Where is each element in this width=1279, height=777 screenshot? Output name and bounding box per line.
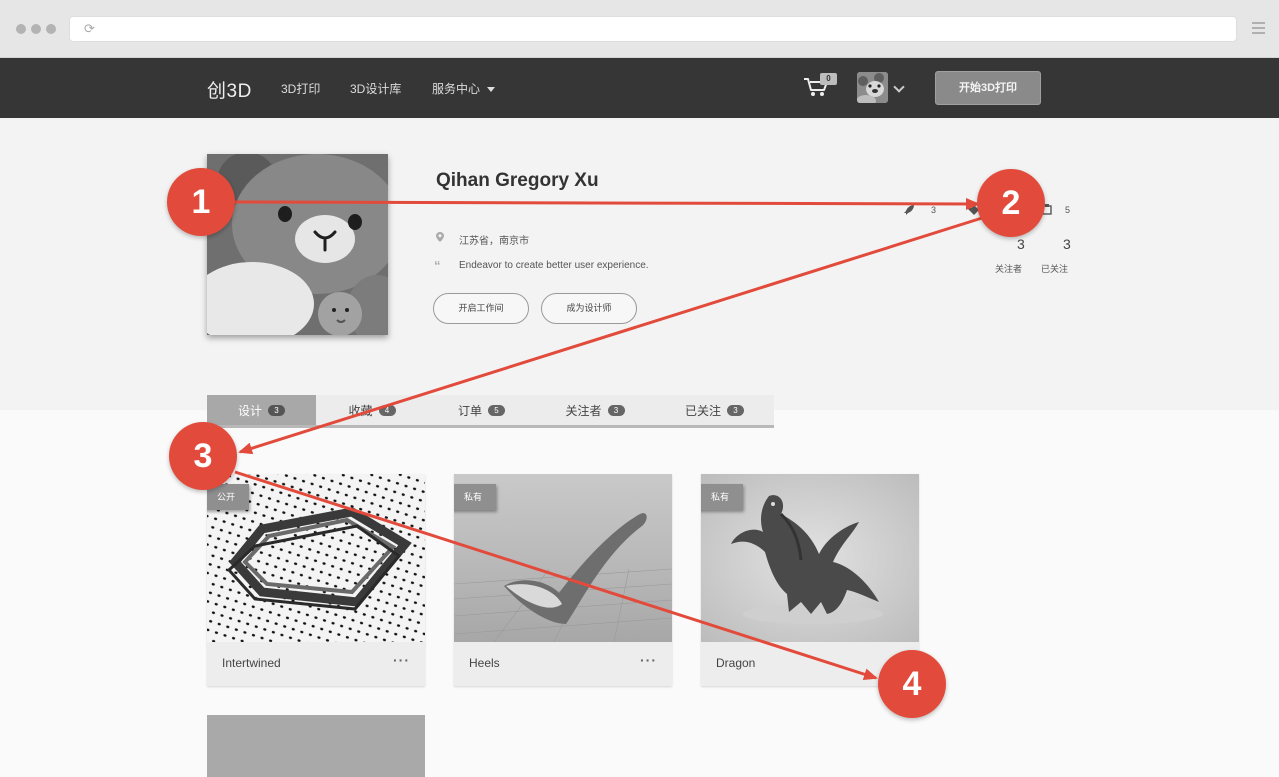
window-controls [16, 24, 56, 34]
tab-label: 设计 [237, 403, 262, 418]
visibility-flag: 私有 [454, 484, 496, 510]
more-options-icon[interactable]: ··· [640, 653, 657, 667]
tab-label: 订单 [457, 403, 482, 418]
design-title[interactable]: Dragon [716, 656, 755, 670]
tab-count-badge: 5 [488, 404, 505, 416]
tab-followers[interactable]: 关注者 3 [535, 395, 655, 425]
design-title[interactable]: Intertwined [222, 656, 281, 670]
design-card[interactable]: 私有 Dragon [701, 474, 919, 686]
design-title[interactable]: Heels [469, 656, 500, 670]
page: ⟳ 创3D 3D打印 3D设计库 服务中心 0 开始3D打印 Qihan Gre… [0, 0, 1279, 777]
step-marker-4: 4 [878, 650, 946, 718]
tab-following[interactable]: 已关注 3 [655, 395, 774, 425]
user-avatar[interactable] [857, 72, 888, 103]
followers-label[interactable]: 关注者 [995, 262, 1022, 275]
profile-bio: Endeavor to create better user experienc… [459, 260, 649, 271]
tab-count-badge: 4 [378, 404, 396, 416]
step-marker-2: 2 [977, 169, 1045, 237]
window-dot-icon[interactable] [31, 24, 41, 34]
tab-orders[interactable]: 订单 5 [428, 395, 535, 425]
tab-label: 收藏 [348, 403, 373, 418]
design-thumbnail[interactable]: 私有 [701, 474, 919, 642]
nav-link-3d-print[interactable]: 3D打印 [281, 80, 320, 97]
profile-tabs: 设计 3 收藏 4 订单 5 关注者 3 已关注 3 [207, 395, 774, 428]
nav-link-design-library[interactable]: 3D设计库 [350, 80, 401, 97]
design-card[interactable]: 私有 Heels ··· [454, 474, 672, 686]
rocket-icon [904, 204, 915, 218]
become-designer-button[interactable]: 成为设计师 [541, 293, 637, 324]
window-dot-icon[interactable] [16, 24, 26, 34]
browser-menu-icon[interactable] [1252, 22, 1265, 34]
followers-count[interactable]: 3 [1017, 236, 1025, 252]
more-options-icon[interactable]: ··· [393, 653, 410, 667]
tab-label: 关注者 [565, 403, 602, 418]
location-pin-icon [436, 232, 444, 242]
profile-photo[interactable] [207, 154, 388, 335]
profile-location: 江苏省，南京市 [459, 236, 529, 247]
visibility-flag: 私有 [701, 484, 743, 510]
design-thumbnail[interactable]: 公开 [207, 474, 425, 642]
start-3d-print-button[interactable]: 开始3D打印 [935, 71, 1041, 105]
tab-count-badge: 3 [727, 404, 744, 416]
profile-name: Qihan Gregory Xu [436, 170, 599, 191]
tab-favorites[interactable]: 收藏 4 [316, 395, 428, 425]
chevron-down-icon[interactable] [893, 81, 905, 93]
site-navbar: 创3D 3D打印 3D设计库 服务中心 0 开始3D打印 [0, 58, 1279, 118]
profile-photo-image [207, 154, 388, 335]
window-dot-icon[interactable] [46, 24, 56, 34]
quote-icon: “ [434, 258, 441, 273]
site-logo[interactable]: 创3D [207, 76, 252, 103]
design-card[interactable]: 公开 Intertwined ··· [207, 474, 425, 686]
tab-designs[interactable]: 设计 3 [207, 395, 316, 425]
following-count[interactable]: 3 [1063, 236, 1071, 252]
nav-link-service-center[interactable]: 服务中心 [432, 80, 496, 97]
caret-down-icon [487, 87, 496, 93]
tab-count-badge: 3 [268, 404, 285, 416]
nav-link-label: 服务中心 [432, 82, 481, 96]
following-label[interactable]: 已关注 [1041, 262, 1068, 275]
step-marker-3: 3 [169, 422, 237, 490]
cart-button[interactable]: 0 [803, 73, 837, 100]
address-bar[interactable]: ⟳ [69, 16, 1237, 42]
tab-count-badge: 3 [607, 404, 625, 416]
stat-count: 5 [1065, 205, 1071, 215]
step-marker-1: 1 [167, 168, 235, 236]
reload-icon[interactable]: ⟳ [84, 22, 95, 36]
design-card-placeholder[interactable] [207, 715, 425, 777]
stat-count: 3 [931, 205, 937, 215]
cart-count-badge: 0 [820, 73, 837, 85]
design-thumbnail[interactable]: 私有 [454, 474, 672, 642]
browser-chrome: ⟳ [0, 0, 1279, 58]
open-workspace-button[interactable]: 开启工作间 [433, 293, 529, 324]
tab-label: 已关注 [684, 403, 721, 418]
avatar-bear-icon [857, 72, 888, 103]
